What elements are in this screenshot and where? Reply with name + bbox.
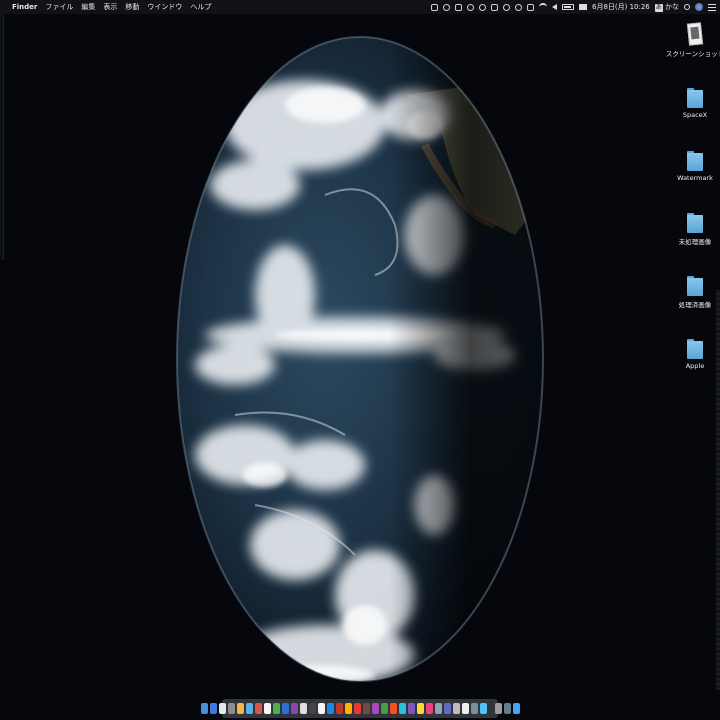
desktop-icon-label: Apple (685, 362, 705, 370)
menu-help[interactable]: ヘルプ (190, 2, 211, 12)
dock-app-icon[interactable] (209, 703, 217, 714)
folder-icon (687, 213, 703, 233)
dock-app-icon[interactable] (308, 703, 316, 714)
info-icon[interactable] (442, 3, 450, 11)
dock-app-icon[interactable] (245, 703, 253, 714)
menu-extra-icon[interactable] (430, 3, 438, 11)
flag-icon[interactable] (578, 4, 587, 10)
desktop-icon-watermark[interactable]: Watermark (665, 151, 720, 182)
time-machine-icon[interactable] (514, 3, 522, 11)
desktop-icon-processed[interactable]: 処理済画像 (665, 276, 720, 309)
folder-icon (687, 151, 703, 171)
dock-app-icon[interactable] (443, 703, 451, 714)
dock-app-icon[interactable] (398, 703, 406, 714)
dock-app-icon[interactable] (452, 703, 460, 714)
background-window-edge (0, 14, 4, 260)
bluetooth-icon[interactable] (526, 3, 534, 11)
screenshot-file-icon (686, 22, 704, 46)
menu-window[interactable]: ウインドウ (147, 2, 182, 12)
wallpaper-earth (175, 35, 545, 683)
menu-view[interactable]: 表示 (103, 2, 117, 12)
cloud-icon[interactable] (478, 3, 486, 11)
volume-icon[interactable] (551, 4, 557, 10)
dock-app-icon[interactable] (254, 703, 262, 714)
dock-app-icon[interactable] (503, 703, 511, 714)
search-icon[interactable] (684, 4, 690, 10)
desktop-icon-label: 未処理画像 (678, 238, 712, 246)
dock-app-icon[interactable] (236, 703, 244, 714)
dock-app-icon[interactable] (200, 703, 208, 714)
battery-icon[interactable] (561, 4, 574, 10)
dock-app-icon[interactable] (290, 703, 298, 714)
dock-app-icon[interactable] (416, 703, 424, 714)
desktop-icon-apple[interactable]: Apple (665, 339, 720, 370)
notification-list-icon[interactable] (708, 3, 716, 11)
folder-icon (687, 339, 703, 359)
dock (200, 699, 520, 718)
desktop-icon-label: スクリーンショット (665, 50, 720, 58)
folder-icon (687, 276, 703, 296)
input-method[interactable]: あ かな (654, 2, 679, 12)
dock-app-icon[interactable] (281, 703, 289, 714)
dock-app-icon[interactable] (362, 703, 370, 714)
input-method-icon: あ (654, 4, 663, 12)
dock-app-icon[interactable] (344, 703, 352, 714)
menu-edit[interactable]: 編集 (81, 2, 95, 12)
wifi-icon[interactable] (538, 3, 547, 11)
desktop-icon-label: 処理済画像 (678, 301, 712, 309)
desktop-icon-label: SpaceX (682, 111, 708, 119)
dock-app-icon[interactable] (461, 703, 469, 714)
folder-icon (687, 88, 703, 108)
desktop-icon-unprocessed[interactable]: 未処理画像 (665, 213, 720, 246)
dock-app-icon[interactable] (353, 703, 361, 714)
dock-app-icon[interactable] (479, 703, 487, 714)
clock[interactable]: 6月8日(月) 10:26 (592, 2, 650, 12)
desktop-icon-spacex[interactable]: SpaceX (665, 88, 720, 119)
dock-app-icon[interactable] (389, 703, 397, 714)
dock-app-icon[interactable] (317, 703, 325, 714)
input-method-label: かな (665, 3, 679, 11)
dock-app-icon[interactable] (335, 703, 343, 714)
dock-app-icon[interactable] (326, 703, 334, 714)
dock-app-icon[interactable] (434, 703, 442, 714)
menu-bar: Finder ファイル 編集 表示 移動 ウインドウ ヘルプ 6月8日(月) 1… (0, 0, 720, 14)
dock-app-icon[interactable] (227, 703, 235, 714)
dock-app-icon[interactable] (380, 703, 388, 714)
menu-go[interactable]: 移動 (125, 2, 139, 12)
dock-app-icon[interactable] (470, 703, 478, 714)
dock-app-icon[interactable] (512, 703, 520, 714)
desktop-icon-screenshot[interactable]: スクリーンショット (665, 22, 720, 58)
desktop-icon-label: Watermark (677, 174, 713, 182)
menu-file[interactable]: ファイル (45, 2, 73, 12)
earth-image (176, 36, 544, 682)
avatar-icon[interactable] (695, 3, 703, 11)
dock-app-icon[interactable] (425, 703, 433, 714)
person-icon[interactable] (502, 3, 510, 11)
dock-app-icon[interactable] (407, 703, 415, 714)
phone-icon[interactable] (454, 3, 462, 11)
menu-finder[interactable]: Finder (12, 3, 37, 11)
dock-app-icon[interactable] (494, 703, 502, 714)
dock-app-icon[interactable] (218, 703, 226, 714)
dock-app-icon[interactable] (371, 703, 379, 714)
dropbox-icon[interactable] (490, 3, 498, 11)
dock-app-icon[interactable] (272, 703, 280, 714)
dock-app-icon[interactable] (299, 703, 307, 714)
dock-app-icon[interactable] (263, 703, 271, 714)
pie-icon[interactable] (466, 3, 474, 11)
